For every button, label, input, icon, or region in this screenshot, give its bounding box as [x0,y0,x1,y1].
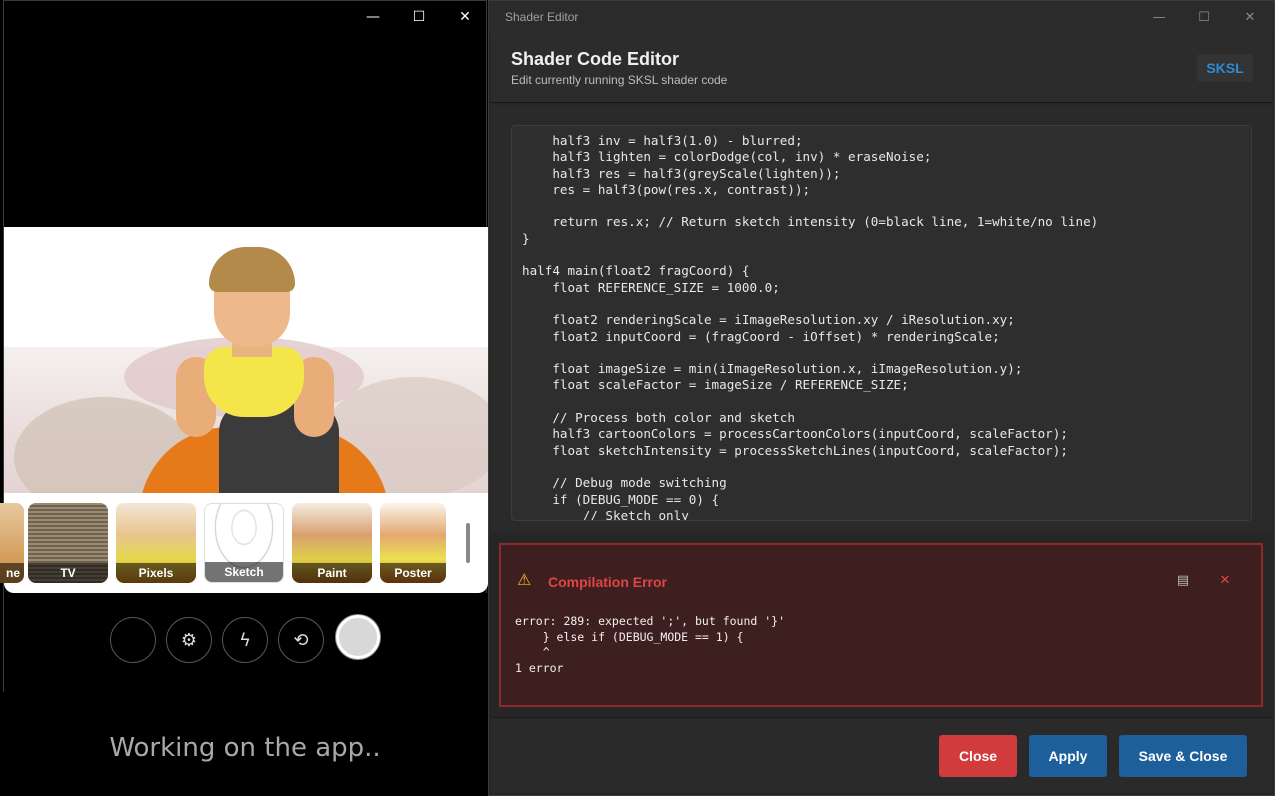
filter-item[interactable]: ne [0,503,24,583]
camera-titlebar: — ☐ ✕ [4,1,486,33]
code-text[interactable]: half3 inv = half3(1.0) - blurred; half3 … [522,133,1098,520]
editor-header: Shader Code Editor Edit currently runnin… [491,33,1272,103]
flash-off-icon: ϟ [239,629,251,651]
filter-label: TV [28,563,108,583]
error-title: Compilation Error [548,574,668,590]
error-panel: ⚠ Compilation Error ▤ ✕ error: 289: expe… [499,543,1263,707]
camera-controls: ⚙ ϟ ⟲ [4,593,488,693]
minimize-button[interactable]: — [350,1,396,33]
filter-label: ne [0,563,24,583]
window-title: Shader Editor [505,10,579,24]
gear-icon: ⚙ [180,629,198,651]
switch-camera-button[interactable]: ⟲ [278,617,324,663]
minimize-button[interactable]: — [1136,1,1182,33]
editor-titlebar: Shader Editor — ☐ ✕ [489,1,1274,33]
code-panel: half3 inv = half3(1.0) - blurred; half3 … [491,105,1272,531]
gallery-button[interactable] [110,617,156,663]
apply-button[interactable]: Apply [1029,735,1107,777]
close-button[interactable]: ✕ [1227,1,1273,33]
camera-window: — ☐ ✕ ne TV Pixels Sketch Paint Poster ⚙… [0,0,488,693]
save-close-button[interactable]: Save & Close [1119,735,1247,777]
close-icon[interactable]: ✕ [1215,571,1235,591]
page-subtitle: Edit currently running SKSL shader code [511,73,728,87]
filter-strip: ne TV Pixels Sketch Paint Poster [0,493,488,593]
copy-icon[interactable]: ▤ [1173,571,1193,591]
shader-editor-window: Shader Editor — ☐ ✕ Shader Code Editor E… [488,0,1275,796]
dialog-footer: Close Apply Save & Close [491,717,1272,793]
filter-item[interactable]: TV [28,503,108,583]
filter-label: Pixels [116,563,196,583]
filter-item[interactable]: Poster [380,503,446,583]
filter-label: Paint [292,563,372,583]
maximize-button[interactable]: ☐ [1181,1,1227,33]
filter-label: Sketch [205,562,283,582]
maximize-button[interactable]: ☐ [396,1,442,33]
shutter-button[interactable] [336,615,380,659]
close-dialog-button[interactable]: Close [939,735,1017,777]
error-message: error: 289: expected ';', but found '}' … [515,614,786,675]
language-badge: SKSL [1197,54,1253,82]
settings-button[interactable]: ⚙ [166,617,212,663]
filter-scrollbar[interactable] [466,523,470,563]
code-editor[interactable]: half3 inv = half3(1.0) - blurred; half3 … [511,125,1252,521]
warning-icon: ⚠ [517,570,532,589]
filter-item[interactable]: Paint [292,503,372,583]
page-title: Shader Code Editor [511,49,680,69]
filter-item[interactable]: Pixels [116,503,196,583]
flash-button[interactable]: ϟ [222,617,268,663]
switch-camera-icon: ⟲ [293,629,309,651]
caption-text: Working on the app.. [109,733,381,763]
filter-item[interactable]: Sketch [204,503,284,583]
filter-label: Poster [380,563,446,583]
close-button[interactable]: ✕ [442,1,488,33]
